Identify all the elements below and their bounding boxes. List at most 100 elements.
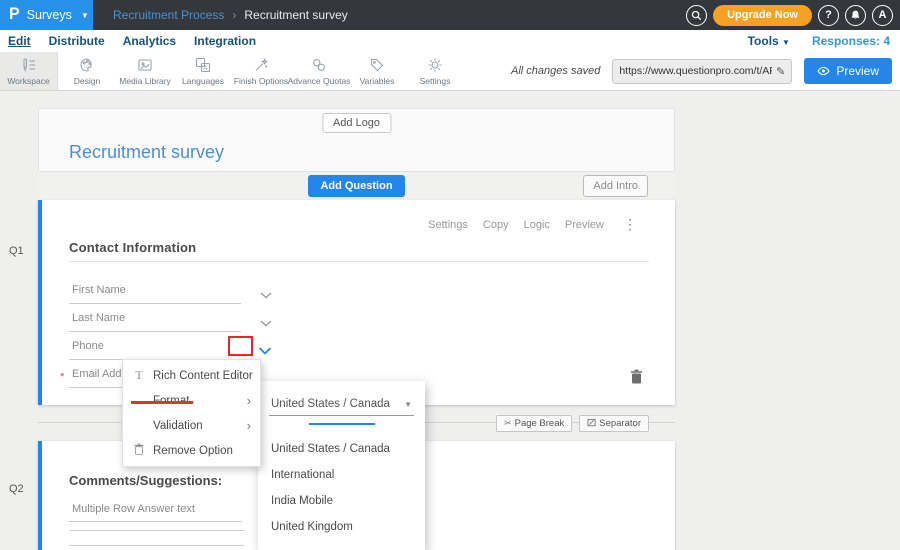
answer-line — [69, 545, 244, 546]
text-format-icon: T — [132, 368, 146, 383]
field-options-chevron-icon[interactable] — [260, 286, 272, 304]
trash-icon — [630, 369, 643, 384]
translate-icon: A — [195, 57, 211, 73]
format-select[interactable]: United States / Canada ▼ — [269, 398, 414, 416]
separator-button[interactable]: Separator — [579, 415, 649, 432]
tag-icon — [369, 57, 385, 73]
phone-format-submenu: United States / Canada ▼ United States /… — [258, 381, 425, 550]
tabbar-right: Tools ▼ Responses: 4 — [748, 34, 900, 48]
menu-item-validation[interactable]: Validation › — [123, 413, 260, 438]
gear-icon — [427, 57, 443, 73]
tab-analytics[interactable]: Analytics — [123, 34, 176, 48]
toolbar-right: All changes saved ✎ Preview — [511, 52, 900, 90]
field-options-chevron-icon[interactable] — [260, 314, 272, 332]
tool-languages[interactable]: A Languages — [174, 52, 232, 90]
breadcrumb-folder[interactable]: Recruitment Process — [113, 8, 224, 22]
survey-header-card: Add Logo Recruitment survey — [38, 108, 675, 172]
tool-advance-quotas[interactable]: Advance Quotas — [290, 52, 348, 90]
bell-icon — [850, 9, 861, 21]
tool-design[interactable]: Design — [58, 52, 116, 90]
search-icon — [691, 10, 702, 21]
field-options-chevron-icon-active[interactable] — [258, 342, 272, 360]
trash-icon — [132, 443, 146, 458]
field-row-phone[interactable]: Phone — [69, 332, 241, 360]
question-title-q1[interactable]: Contact Information — [69, 240, 196, 255]
row-options-context-menu: T Rich Content Editor Format › Validatio… — [122, 359, 261, 467]
top-navbar: P Surveys ▼ Recruitment Process › Recrui… — [0, 0, 900, 30]
image-icon — [137, 57, 153, 73]
q1-number-label: Q1 — [9, 245, 24, 257]
palette-icon — [79, 57, 95, 73]
format-option-us-canada[interactable]: United States / Canada — [258, 436, 425, 462]
eye-icon — [817, 66, 830, 76]
help-button[interactable]: ? — [818, 5, 839, 26]
multirow-answer-field[interactable]: Multiple Row Answer text — [69, 499, 242, 522]
chevron-down-icon: ▼ — [782, 38, 790, 47]
add-logo-button[interactable]: Add Logo — [322, 113, 391, 133]
add-question-button[interactable]: Add Question — [308, 175, 404, 197]
page-break-button[interactable]: ✂Page Break — [496, 415, 572, 432]
magic-wand-icon — [253, 57, 269, 73]
survey-url-input[interactable] — [619, 65, 772, 77]
survey-url-box: ✎ — [612, 59, 792, 84]
question-title-q2[interactable]: Comments/Suggestions: — [69, 473, 222, 488]
app-window: P Surveys ▼ Recruitment Process › Recrui… — [0, 0, 900, 550]
menu-item-rich-content-editor[interactable]: T Rich Content Editor — [123, 363, 260, 388]
active-indicator — [309, 423, 375, 425]
answer-line — [69, 530, 244, 531]
menu-item-format[interactable]: Format › — [123, 388, 260, 413]
format-options-list: United States / Canada International Ind… — [258, 436, 425, 540]
field-row-first-name[interactable]: First Name — [69, 276, 241, 304]
survey-title[interactable]: Recruitment survey — [69, 142, 224, 163]
q2-number-label: Q2 — [9, 483, 24, 495]
workspace-icon — [21, 57, 37, 73]
surveys-menu-label: Surveys — [27, 8, 72, 22]
search-button[interactable] — [686, 5, 707, 26]
question-settings-link[interactable]: Settings — [428, 219, 468, 231]
submenu-chevron-icon: › — [247, 419, 251, 432]
question-logic-link[interactable]: Logic — [524, 219, 550, 231]
format-option-india-mobile[interactable]: India Mobile — [258, 488, 425, 514]
required-asterisk: * — [60, 371, 64, 383]
delete-question-button[interactable] — [630, 369, 643, 389]
avatar[interactable]: A — [872, 5, 893, 26]
section-tabbar: Edit Distribute Analytics Integration To… — [0, 30, 900, 52]
tool-workspace[interactable]: Workspace — [0, 52, 58, 90]
tool-settings[interactable]: Settings — [406, 52, 464, 90]
tab-integration[interactable]: Integration — [194, 34, 256, 48]
editor-canvas: Q1 Q2 Add Logo Recruitment survey Add Qu… — [0, 92, 900, 550]
preview-button[interactable]: Preview — [804, 58, 892, 84]
upgrade-now-button[interactable]: Upgrade Now — [713, 5, 812, 26]
add-question-bar: Add Question Add Intro — [38, 172, 675, 200]
question-preview-link[interactable]: Preview — [565, 219, 604, 231]
chain-links-icon — [311, 57, 327, 73]
tab-edit[interactable]: Edit — [8, 34, 31, 48]
breadcrumb-separator-icon: › — [232, 8, 236, 22]
menu-item-remove-option[interactable]: Remove Option — [123, 438, 260, 463]
topbar-actions: Upgrade Now ? A — [686, 5, 900, 26]
add-intro-button[interactable]: Add Intro — [583, 175, 648, 197]
tool-variables[interactable]: Variables — [348, 52, 406, 90]
scissors-icon: ✂ — [504, 418, 512, 429]
question-copy-link[interactable]: Copy — [483, 219, 509, 231]
question-actions: Settings Copy Logic Preview ⋮ — [428, 216, 637, 233]
tab-distribute[interactable]: Distribute — [49, 34, 105, 48]
tool-media-library[interactable]: Media Library — [116, 52, 174, 90]
questionpro-logo-icon: P — [9, 7, 20, 24]
separator-icon — [587, 418, 596, 429]
field-row-last-name[interactable]: Last Name — [69, 304, 241, 332]
edit-url-icon[interactable]: ✎ — [776, 65, 785, 78]
kebab-menu-icon[interactable]: ⋮ — [623, 216, 637, 233]
tools-menu[interactable]: Tools ▼ — [748, 34, 790, 48]
surveys-menu[interactable]: P Surveys ▼ — [0, 0, 93, 30]
chevron-down-icon: ▼ — [81, 11, 89, 20]
notifications-button[interactable] — [845, 5, 866, 26]
tool-finish-options[interactable]: Finish Options — [232, 52, 290, 90]
breadcrumb-survey: Recruitment survey — [244, 8, 347, 22]
format-option-united-kingdom[interactable]: United Kingdom — [258, 514, 425, 540]
breadcrumb: Recruitment Process › Recruitment survey — [113, 8, 348, 22]
question-title-divider — [69, 261, 649, 262]
editor-toolbar: Workspace Design Media Library A Languag… — [0, 52, 900, 91]
responses-link[interactable]: Responses: 4 — [812, 34, 890, 48]
format-option-international[interactable]: International — [258, 462, 425, 488]
